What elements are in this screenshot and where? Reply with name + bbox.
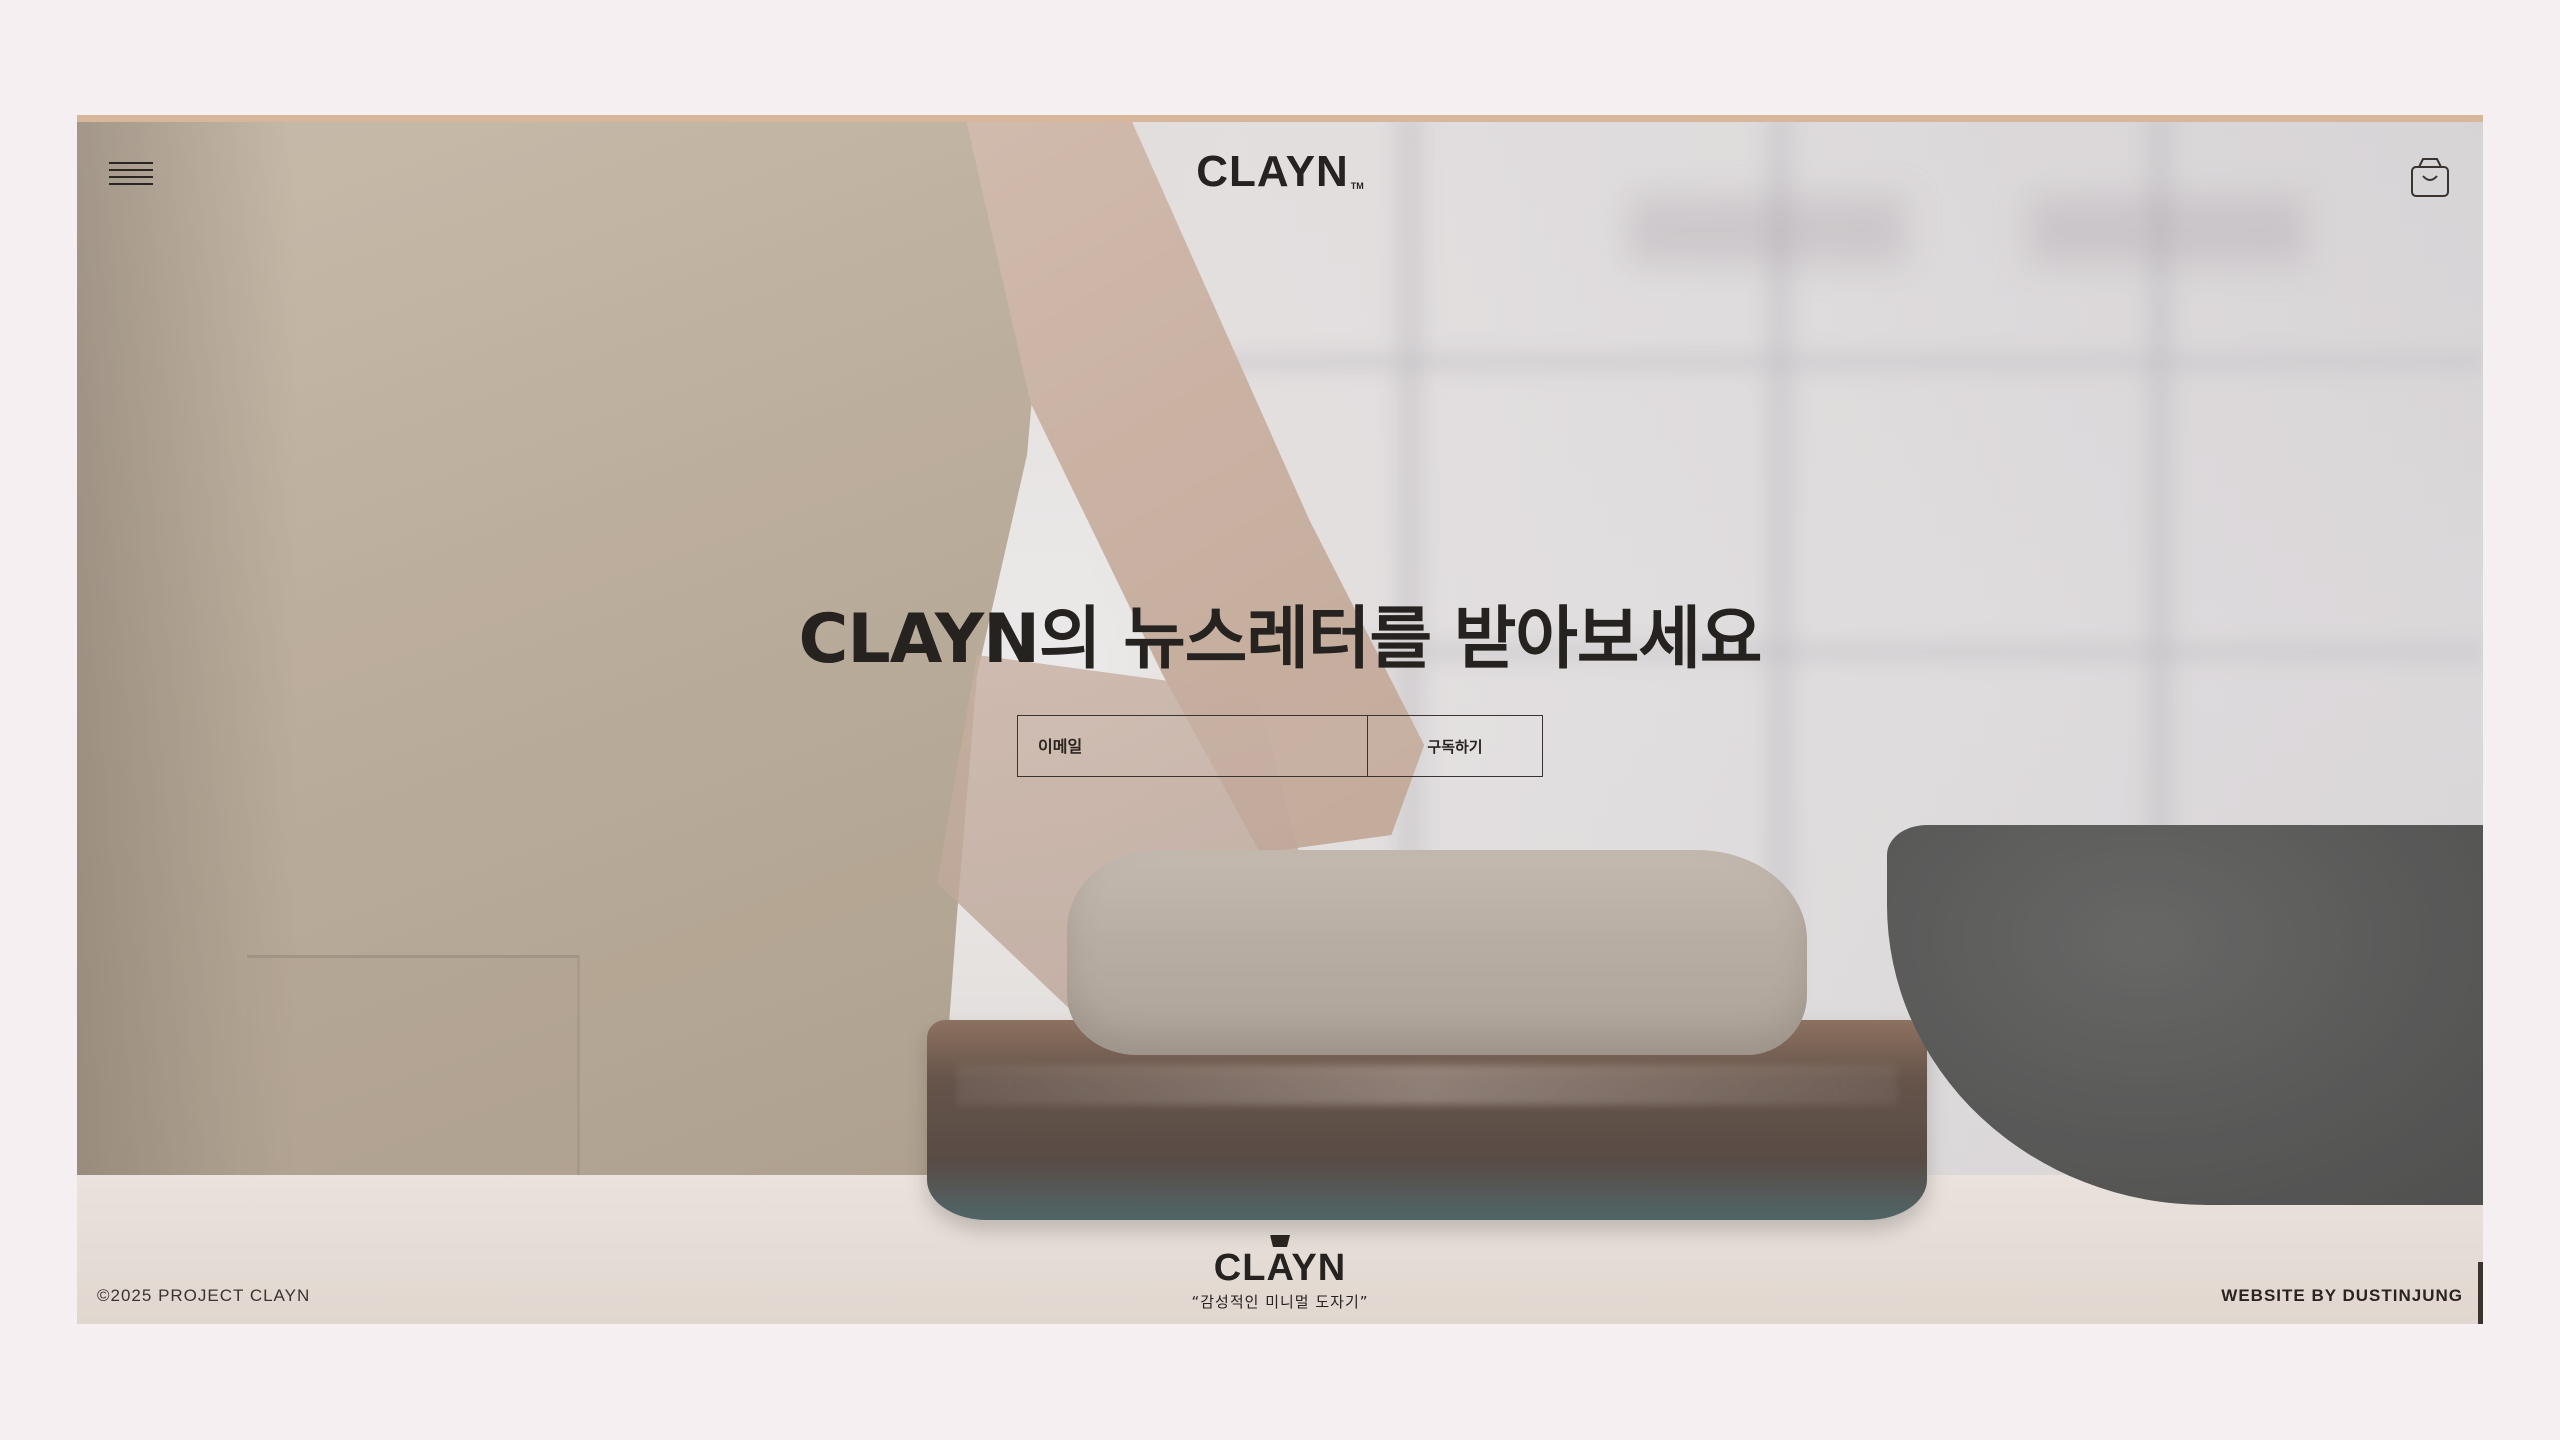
accent-strip	[77, 115, 2483, 122]
footer-tagline: “감성적인 미니멀 도자기”	[1191, 1293, 1369, 1311]
footer-logo-text: CLAYN	[1213, 1247, 1347, 1289]
hero-frame: CLAYN TM CLAYN의 뉴스레터를 받아보세요 구독하기 ©2025 P…	[77, 115, 2483, 1324]
site-logo[interactable]: CLAYN TM	[1196, 147, 1364, 197]
pottery-mark-icon	[1270, 1235, 1290, 1247]
newsletter-headline: CLAYN의 뉴스레터를 받아보세요	[798, 600, 1762, 679]
website-credit-link[interactable]: WEBSITE BY DUSTINJUNG	[2221, 1286, 2463, 1306]
logo-trademark: TM	[1350, 181, 1364, 191]
logo-text: CLAYN	[1196, 147, 1349, 196]
email-input[interactable]	[1018, 716, 1368, 776]
shopping-bag-icon[interactable]	[2409, 155, 2451, 199]
newsletter-form: 구독하기	[1017, 715, 1543, 777]
scrollbar-thumb[interactable]	[2478, 1262, 2483, 1324]
footer-logo[interactable]: CLAYN “감성적인 미니멀 도자기”	[1191, 1235, 1368, 1312]
hamburger-menu-icon[interactable]	[109, 162, 153, 188]
subscribe-button[interactable]: 구독하기	[1368, 716, 1542, 776]
copyright-text: ©2025 PROJECT CLAYN	[97, 1286, 311, 1305]
